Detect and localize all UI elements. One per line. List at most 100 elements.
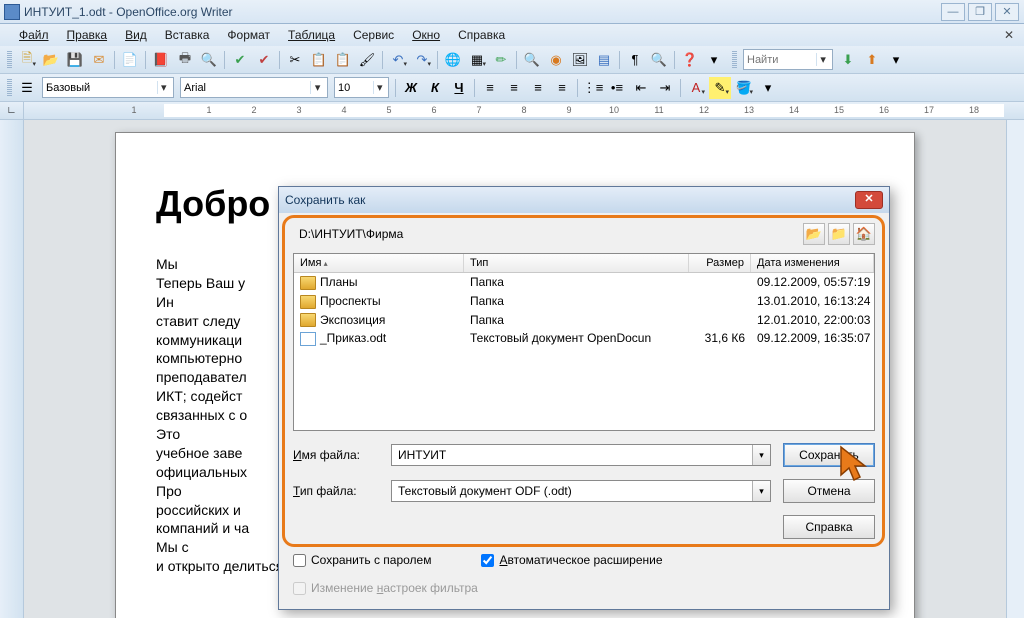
dropdown-icon[interactable]: ▾ [157,81,170,94]
file-list[interactable]: Имя Тип Размер Дата изменения ПланыПапка… [293,253,875,431]
horizontal-ruler[interactable]: 1 1 2 3 4 5 6 7 8 9 10 11 12 13 14 15 16… [164,104,1004,117]
filename-input[interactable] [392,445,752,465]
menu-tools[interactable]: Сервис [344,26,403,44]
font-size-input[interactable] [338,82,373,94]
auto-extension-input[interactable] [481,554,494,567]
new-button[interactable]: 🗎 [16,49,38,71]
vertical-ruler[interactable] [0,120,24,618]
win-close-button[interactable]: ✕ [995,3,1019,21]
navigator-button[interactable]: ◉ [545,49,567,71]
menu-help[interactable]: Справка [449,26,514,44]
toolbar-menu-button[interactable]: ▾ [757,77,779,99]
indent-decrease-button[interactable]: ⇤ [630,77,652,99]
column-date[interactable]: Дата изменения [751,254,874,272]
menu-window[interactable]: Окно [403,26,449,44]
filename-combobox[interactable]: ▾ [391,444,771,466]
mail-button[interactable]: ✉ [88,49,110,71]
save-with-password-input[interactable] [293,554,306,567]
file-row[interactable]: ЭкспозицияПапка12.01.2010, 22:00:03 [294,311,874,330]
highlight-color-button[interactable]: ✎ [709,77,731,99]
menu-insert[interactable]: Вставка [156,26,219,44]
toolbar-menu-button[interactable]: ▾ [703,49,725,71]
find-prev-button[interactable]: ⬆ [861,49,883,71]
menu-edit[interactable]: Правка [58,26,117,44]
file-row[interactable]: ПроспектыПапка13.01.2010, 16:13:24 [294,292,874,311]
show-draw-button[interactable]: ✏ [490,49,512,71]
indent-increase-button[interactable]: ⇥ [654,77,676,99]
menu-table[interactable]: Таблица [279,26,344,44]
styles-button[interactable]: ☰ [16,77,38,99]
underline-button[interactable]: Ч [448,77,470,99]
font-name-combobox[interactable]: ▾ [180,77,328,98]
filetype-input[interactable] [392,481,752,501]
win-minimize-button[interactable]: — [941,3,965,21]
hyperlink-button[interactable]: 🌐 [442,49,464,71]
file-row[interactable]: _Приказ.odtТекстовый документ OpenDocun3… [294,329,874,348]
print-button[interactable]: 🖶 [174,49,196,71]
column-type[interactable]: Тип [464,254,689,272]
save-button[interactable]: 💾 [64,49,86,71]
menu-format[interactable]: Формат [218,26,279,44]
home-button[interactable]: 🏠 [853,223,875,245]
align-left-button[interactable]: ≡ [479,77,501,99]
file-row[interactable]: ПланыПапка09.12.2009, 05:57:19 [294,273,874,292]
dropdown-icon[interactable]: ▾ [752,481,770,501]
find-dropdown-icon[interactable]: ▾ [816,53,829,66]
list-bullet-button[interactable]: •≡ [606,77,628,99]
find-replace-button[interactable]: 🔍 [521,49,543,71]
table-insert-button[interactable]: ▦ [466,49,488,71]
redo-button[interactable]: ↷ [411,49,433,71]
open-button[interactable]: 📂 [40,49,62,71]
zoom-button[interactable]: 🔍 [648,49,670,71]
menu-file[interactable]: Файл [10,26,58,44]
toolbar-grip[interactable] [7,51,12,69]
print-preview-button[interactable]: 🔍 [198,49,220,71]
up-folder-button[interactable]: 📂 [803,223,825,245]
find-next-button[interactable]: ⬇ [837,49,859,71]
list-number-button[interactable]: ⋮≡ [582,77,604,99]
data-sources-button[interactable]: ▤ [593,49,615,71]
copy-button[interactable]: 📋 [308,49,330,71]
save-button[interactable]: Сохранить [783,443,875,467]
dropdown-icon[interactable]: ▾ [373,81,385,94]
font-name-input[interactable] [184,82,310,94]
align-center-button[interactable]: ≡ [503,77,525,99]
dropdown-icon[interactable]: ▾ [310,81,324,94]
cancel-button[interactable]: Отмена [783,479,875,503]
column-name[interactable]: Имя [294,254,464,272]
dialog-title-bar[interactable]: Сохранить как ✕ [279,187,889,213]
paragraph-style-input[interactable] [46,82,157,94]
auto-spell-button[interactable]: ✔ [253,49,275,71]
dialog-close-button[interactable]: ✕ [855,191,883,209]
menu-view[interactable]: Вид [116,26,156,44]
help-button[interactable]: ❓ [679,49,701,71]
font-color-button[interactable]: A [685,77,707,99]
align-justify-button[interactable]: ≡ [551,77,573,99]
paste-button[interactable]: 📋 [332,49,354,71]
save-with-password-checkbox[interactable]: Сохранить с паролем [293,553,431,567]
toolbar-menu-button[interactable]: ▾ [885,49,907,71]
column-size[interactable]: Размер [689,254,751,272]
close-document-button[interactable]: ✕ [1002,28,1016,42]
align-right-button[interactable]: ≡ [527,77,549,99]
edit-mode-button[interactable]: 📄 [119,49,141,71]
new-folder-button[interactable]: 📁 [828,223,850,245]
auto-extension-checkbox[interactable]: Автоматическое расширение [481,553,662,567]
paragraph-style-combobox[interactable]: ▾ [42,77,174,98]
export-pdf-button[interactable]: 📕 [150,49,172,71]
find-input[interactable] [747,54,816,66]
help-button[interactable]: Справка [783,515,875,539]
nonprinting-chars-button[interactable]: ¶ [624,49,646,71]
spell-check-button[interactable]: ✔ [229,49,251,71]
toolbar-grip[interactable] [7,79,12,97]
font-size-combobox[interactable]: ▾ [334,77,389,98]
gallery-button[interactable]: 🖼 [569,49,591,71]
undo-button[interactable]: ↶ [387,49,409,71]
format-paint-button[interactable]: 🖌 [356,49,378,71]
find-combobox[interactable]: ▾ [743,49,833,70]
filetype-combobox[interactable]: ▾ [391,480,771,502]
file-list-header[interactable]: Имя Тип Размер Дата изменения [294,254,874,273]
vertical-scrollbar[interactable] [1006,120,1024,618]
cut-button[interactable]: ✂ [284,49,306,71]
background-color-button[interactable]: 🪣 [733,77,755,99]
